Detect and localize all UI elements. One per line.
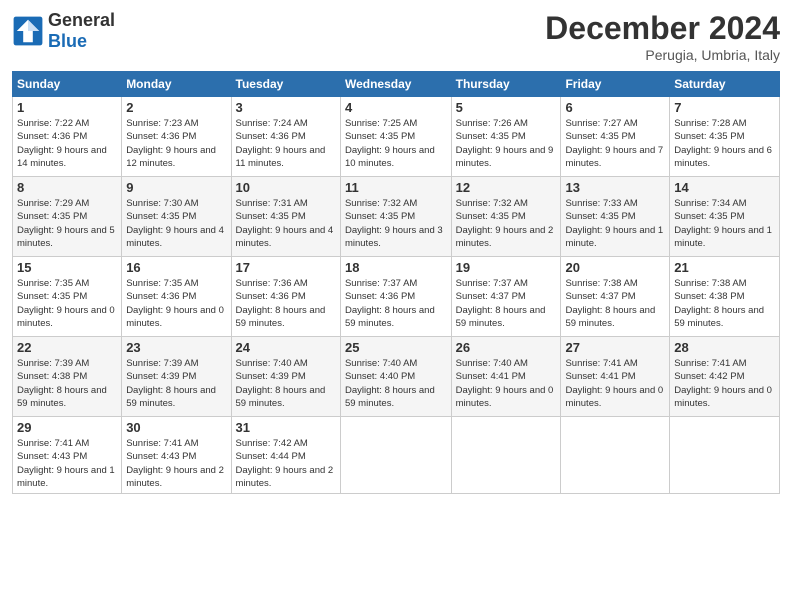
day-23: 23 Sunrise: 7:39 AMSunset: 4:39 PMDaylig…	[122, 337, 231, 417]
day-20: 20 Sunrise: 7:38 AMSunset: 4:37 PMDaylig…	[561, 257, 670, 337]
col-monday: Monday	[122, 72, 231, 97]
empty-4	[670, 417, 780, 494]
day-2: 2 Sunrise: 7:23 AMSunset: 4:36 PMDayligh…	[122, 97, 231, 177]
day-5: 5 Sunrise: 7:26 AMSunset: 4:35 PMDayligh…	[451, 97, 561, 177]
col-wednesday: Wednesday	[340, 72, 451, 97]
empty-2	[451, 417, 561, 494]
empty-3	[561, 417, 670, 494]
weekday-header-row: Sunday Monday Tuesday Wednesday Thursday…	[13, 72, 780, 97]
day-19: 19 Sunrise: 7:37 AMSunset: 4:37 PMDaylig…	[451, 257, 561, 337]
day-28: 28 Sunrise: 7:41 AMSunset: 4:42 PMDaylig…	[670, 337, 780, 417]
day-17: 17 Sunrise: 7:36 AMSunset: 4:36 PMDaylig…	[231, 257, 340, 337]
empty-1	[340, 417, 451, 494]
day-25: 25 Sunrise: 7:40 AMSunset: 4:40 PMDaylig…	[340, 337, 451, 417]
calendar-table: Sunday Monday Tuesday Wednesday Thursday…	[12, 71, 780, 494]
day-13: 13 Sunrise: 7:33 AMSunset: 4:35 PMDaylig…	[561, 177, 670, 257]
day-10: 10 Sunrise: 7:31 AMSunset: 4:35 PMDaylig…	[231, 177, 340, 257]
col-saturday: Saturday	[670, 72, 780, 97]
week-row-4: 22 Sunrise: 7:39 AMSunset: 4:38 PMDaylig…	[13, 337, 780, 417]
header: General Blue December 2024 Perugia, Umbr…	[12, 10, 780, 63]
day-9: 9 Sunrise: 7:30 AMSunset: 4:35 PMDayligh…	[122, 177, 231, 257]
col-thursday: Thursday	[451, 72, 561, 97]
day-27: 27 Sunrise: 7:41 AMSunset: 4:41 PMDaylig…	[561, 337, 670, 417]
week-row-2: 8 Sunrise: 7:29 AMSunset: 4:35 PMDayligh…	[13, 177, 780, 257]
week-row-5: 29 Sunrise: 7:41 AMSunset: 4:43 PMDaylig…	[13, 417, 780, 494]
day-15: 15 Sunrise: 7:35 AMSunset: 4:35 PMDaylig…	[13, 257, 122, 337]
logo-text-general: General	[48, 10, 115, 30]
day-26: 26 Sunrise: 7:40 AMSunset: 4:41 PMDaylig…	[451, 337, 561, 417]
col-friday: Friday	[561, 72, 670, 97]
day-7: 7 Sunrise: 7:28 AMSunset: 4:35 PMDayligh…	[670, 97, 780, 177]
logo-icon	[12, 15, 44, 47]
col-tuesday: Tuesday	[231, 72, 340, 97]
day-12: 12 Sunrise: 7:32 AMSunset: 4:35 PMDaylig…	[451, 177, 561, 257]
day-6: 6 Sunrise: 7:27 AMSunset: 4:35 PMDayligh…	[561, 97, 670, 177]
day-21: 21 Sunrise: 7:38 AMSunset: 4:38 PMDaylig…	[670, 257, 780, 337]
month-title: December 2024	[545, 10, 780, 47]
day-30: 30 Sunrise: 7:41 AMSunset: 4:43 PMDaylig…	[122, 417, 231, 494]
day-14: 14 Sunrise: 7:34 AMSunset: 4:35 PMDaylig…	[670, 177, 780, 257]
day-1: 1 Sunrise: 7:22 AMSunset: 4:36 PMDayligh…	[13, 97, 122, 177]
week-row-1: 1 Sunrise: 7:22 AMSunset: 4:36 PMDayligh…	[13, 97, 780, 177]
location: Perugia, Umbria, Italy	[545, 47, 780, 63]
day-18: 18 Sunrise: 7:37 AMSunset: 4:36 PMDaylig…	[340, 257, 451, 337]
week-row-3: 15 Sunrise: 7:35 AMSunset: 4:35 PMDaylig…	[13, 257, 780, 337]
day-24: 24 Sunrise: 7:40 AMSunset: 4:39 PMDaylig…	[231, 337, 340, 417]
day-3: 3 Sunrise: 7:24 AMSunset: 4:36 PMDayligh…	[231, 97, 340, 177]
title-area: December 2024 Perugia, Umbria, Italy	[545, 10, 780, 63]
page-container: General Blue December 2024 Perugia, Umbr…	[0, 0, 792, 504]
logo: General Blue	[12, 10, 115, 52]
day-29: 29 Sunrise: 7:41 AMSunset: 4:43 PMDaylig…	[13, 417, 122, 494]
logo-text-blue: Blue	[48, 31, 87, 51]
day-31: 31 Sunrise: 7:42 AMSunset: 4:44 PMDaylig…	[231, 417, 340, 494]
day-11: 11 Sunrise: 7:32 AMSunset: 4:35 PMDaylig…	[340, 177, 451, 257]
day-4: 4 Sunrise: 7:25 AMSunset: 4:35 PMDayligh…	[340, 97, 451, 177]
col-sunday: Sunday	[13, 72, 122, 97]
day-16: 16 Sunrise: 7:35 AMSunset: 4:36 PMDaylig…	[122, 257, 231, 337]
day-8: 8 Sunrise: 7:29 AMSunset: 4:35 PMDayligh…	[13, 177, 122, 257]
day-22: 22 Sunrise: 7:39 AMSunset: 4:38 PMDaylig…	[13, 337, 122, 417]
